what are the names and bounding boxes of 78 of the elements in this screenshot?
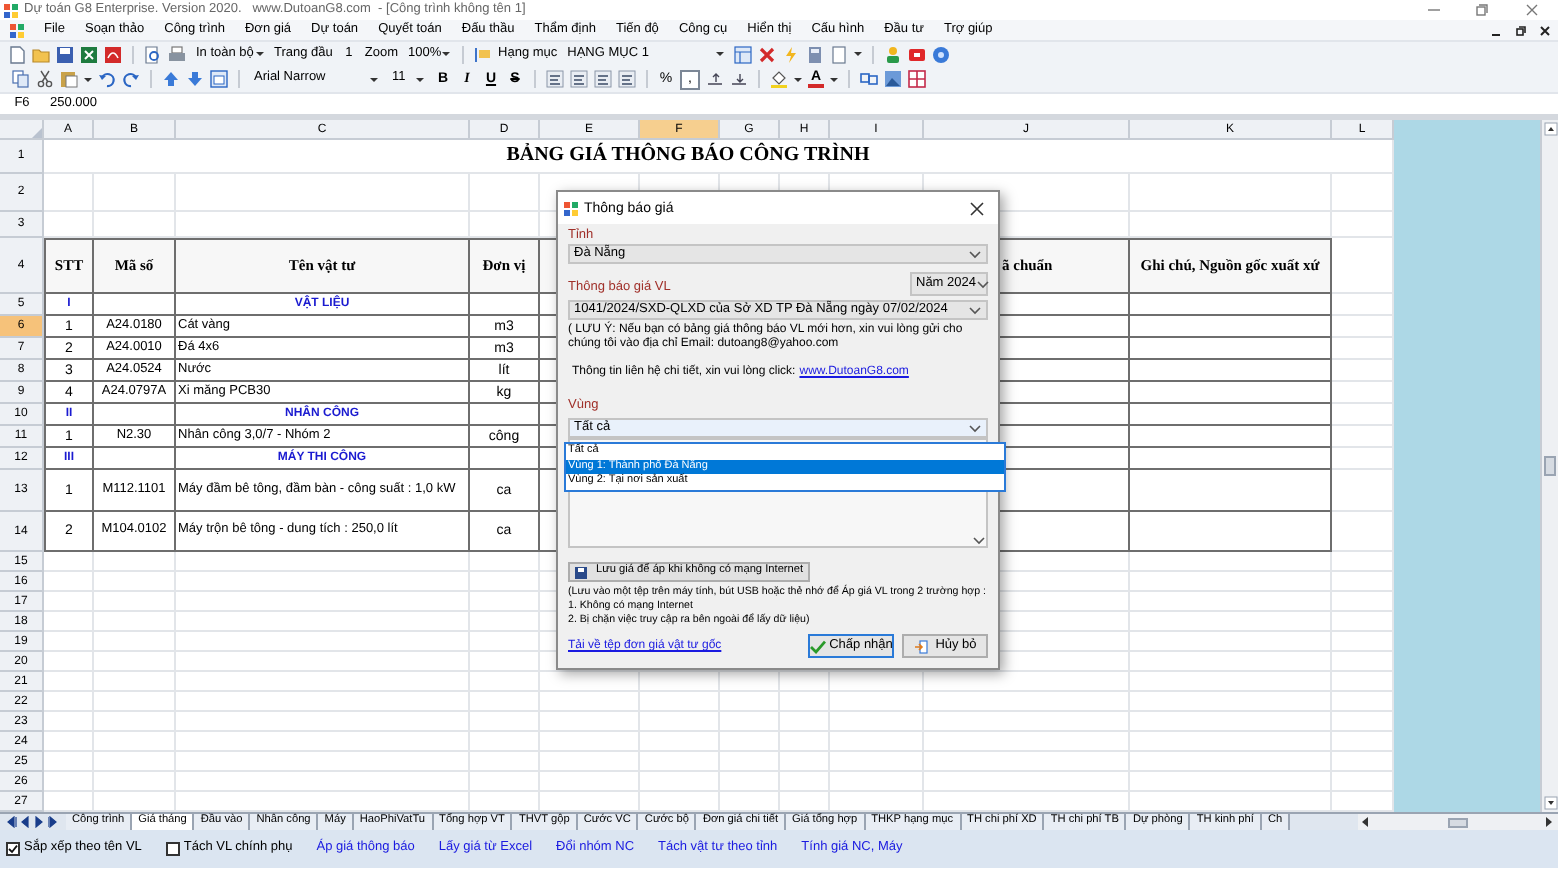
checkbox[interactable]	[165, 842, 180, 856]
pdf-document-icon[interactable]	[104, 45, 122, 63]
scroll-down-icon[interactable]	[1543, 796, 1557, 810]
sheet-cell[interactable]	[470, 404, 540, 426]
sheet-cell[interactable]	[94, 448, 176, 470]
link-icon[interactable]	[860, 70, 878, 88]
help-icon[interactable]	[931, 45, 950, 63]
chevron-icon	[968, 422, 982, 434]
app-logo-icon	[4, 3, 18, 17]
sheet-cell[interactable]	[1130, 382, 1332, 404]
exit-door-icon	[913, 639, 928, 653]
magnifier-page-icon[interactable]	[144, 45, 162, 63]
caret-icon[interactable]	[830, 75, 838, 83]
decimal-increase-icon[interactable]	[706, 70, 724, 88]
caret-icon	[370, 75, 378, 83]
vertical-scrollbar[interactable]	[1540, 120, 1558, 812]
align-right-icon[interactable]	[594, 70, 612, 88]
sheet-title: BẢNG GIÁ THÔNG BÁO CÔNG TRÌNH	[44, 140, 1332, 174]
monitor-icon[interactable]	[907, 45, 926, 63]
arrow-down-icon[interactable]	[186, 70, 204, 88]
app-logo-icon	[564, 201, 578, 215]
scissors-icon[interactable]	[36, 70, 54, 88]
table-icon[interactable]	[733, 45, 752, 63]
caret-icon	[416, 75, 424, 83]
checkbox[interactable]	[6, 842, 20, 856]
copy-icon[interactable]	[12, 70, 30, 88]
caret-icon	[256, 50, 264, 58]
scroll-up-icon[interactable]	[1543, 122, 1557, 136]
sheet-cell[interactable]	[1130, 512, 1332, 552]
corner-triangle-icon	[32, 128, 42, 138]
sheet-cell[interactable]	[1130, 338, 1332, 360]
caret-icon[interactable]	[853, 50, 862, 58]
spreadsheet-icon[interactable]	[80, 45, 98, 63]
redo-icon[interactable]	[122, 70, 140, 88]
sheet-cell[interactable]	[94, 294, 176, 316]
caret-icon[interactable]	[794, 75, 802, 83]
last-sheet-icon[interactable]	[48, 816, 60, 828]
printer-icon[interactable]	[168, 45, 186, 63]
close-icon[interactable]	[970, 201, 984, 215]
scroll-thumb[interactable]	[1448, 817, 1468, 827]
arrow-up-icon[interactable]	[162, 70, 180, 88]
sheet-cell[interactable]	[470, 294, 540, 316]
sheet-cell[interactable]	[470, 448, 540, 470]
sheet-cell[interactable]	[1130, 470, 1332, 512]
align-center-icon[interactable]	[570, 70, 588, 88]
app-logo-icon	[10, 23, 24, 37]
grid-icon[interactable]	[908, 70, 926, 88]
close-icon[interactable]	[1540, 25, 1550, 35]
paint-bucket-icon[interactable]	[770, 70, 788, 88]
caret-icon	[715, 50, 724, 58]
sheet-cell[interactable]	[1130, 294, 1332, 316]
scroll-thumb[interactable]	[1544, 456, 1556, 476]
horizontal-scrollbar[interactable]	[1358, 814, 1558, 830]
sheet-cell[interactable]	[1130, 360, 1332, 382]
window-icon[interactable]	[210, 70, 228, 88]
align-left-icon[interactable]	[546, 70, 564, 88]
first-sheet-icon[interactable]	[6, 816, 18, 828]
merge-cells-icon[interactable]	[618, 70, 636, 88]
chevron-icon	[972, 534, 986, 546]
sheet-cell[interactable]	[94, 404, 176, 426]
cross-icon[interactable]	[757, 45, 776, 63]
image-icon[interactable]	[884, 70, 902, 88]
caret-icon	[441, 50, 450, 58]
calculator-icon[interactable]	[805, 45, 824, 63]
sheet-cell[interactable]	[1130, 404, 1332, 426]
caret-icon[interactable]	[84, 75, 92, 83]
flag-icon[interactable]	[474, 45, 493, 63]
checkmark-icon	[809, 639, 826, 653]
decimal-decrease-icon[interactable]	[730, 70, 748, 88]
chevron-icon	[968, 248, 982, 260]
undo-icon[interactable]	[98, 70, 116, 88]
person-icon[interactable]	[883, 45, 902, 63]
restore-icon[interactable]	[1516, 25, 1526, 35]
sheet-cell[interactable]	[1130, 316, 1332, 338]
clipboard-icon[interactable]	[60, 70, 78, 88]
checkmark-icon	[8, 844, 18, 854]
sheet-cell[interactable]	[1130, 426, 1332, 448]
sheet-cell[interactable]	[1130, 448, 1332, 470]
